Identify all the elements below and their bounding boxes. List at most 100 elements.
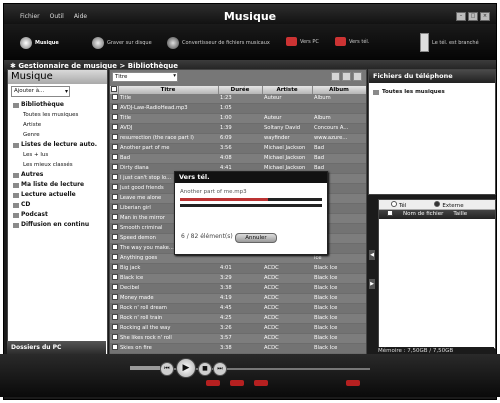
cell-duration: 3:57 [218,333,262,344]
table-row[interactable]: Rock n' roll dream 4:45 ACDC Black Ice [110,303,366,314]
tree-item[interactable]: Artiste [8,120,107,130]
volume-slider[interactable] [130,366,160,370]
pc-folders-bar[interactable]: Dossiers du PC [7,341,106,354]
equalizer-icon[interactable] [254,380,268,386]
shuffle-icon[interactable] [230,380,244,386]
row-checkbox[interactable] [110,253,118,264]
row-checkbox[interactable] [110,203,118,214]
column-size[interactable]: Taille [453,210,467,219]
cell-title: Title [118,113,218,124]
table-row[interactable]: Anything goes Ice [110,253,366,264]
tree-item[interactable]: Les + lus [8,150,107,160]
to-pc-button[interactable]: Vers PC [286,37,319,46]
row-checkbox[interactable] [110,293,118,304]
column-title[interactable]: Titre [118,86,219,94]
tree-item[interactable]: Listes de lecture auto. [8,140,107,150]
table-row[interactable]: Title 1:00 Auteur Album [110,113,366,124]
tree-item[interactable]: Bibliothèque [8,100,107,110]
table-row[interactable]: Another part of me 3:56 Michael Jackson Bad [110,143,366,154]
tree-item[interactable]: CD [8,200,107,210]
convert-button[interactable]: Convertisseur de fichiers musicaux [167,37,270,49]
column-filename[interactable]: Nom de fichier [403,210,443,219]
tree-item[interactable]: Autres [8,170,107,180]
row-checkbox[interactable] [110,333,118,344]
select-all-checkbox[interactable] [110,86,119,94]
music-button[interactable]: Musique [20,37,59,49]
table-row[interactable]: Skies on fire 3:38 ACDC Black Ice [110,343,366,354]
tree-item[interactable]: Podcast [8,210,107,220]
storage-select-all[interactable] [387,210,393,216]
row-checkbox[interactable] [110,303,118,314]
row-checkbox[interactable] [110,213,118,224]
play-button[interactable]: ▶ [176,358,196,378]
table-row[interactable]: AVDJ-Law-RadioHead.mp3 1:05 [110,103,366,114]
row-checkbox[interactable] [110,263,118,274]
row-checkbox[interactable] [110,103,118,114]
row-checkbox[interactable] [110,233,118,244]
table-row[interactable]: Bad 4:08 Michael Jackson Bad [110,153,366,164]
table-row[interactable]: resurrection (the race part I) 6:09 wayfin… [110,133,366,144]
previous-button[interactable]: ⏮ [160,362,174,376]
table-row[interactable]: Rocking all the way 3:26 ACDC Black Ice [110,323,366,334]
table-row[interactable]: Title 1:23 Auteur Album [110,94,366,104]
row-checkbox[interactable] [110,193,118,204]
radio-external[interactable]: Externe [434,200,464,209]
row-checkbox[interactable] [110,94,118,104]
row-checkbox[interactable] [110,113,118,124]
stop-button[interactable]: ■ [198,362,212,376]
transfer-dialog: Vers tél. Another part of me.mp3 6 / 82 … [174,171,328,255]
row-checkbox[interactable] [110,183,118,194]
transfer-right-arrow[interactable]: ▶ [369,279,375,289]
list-view-icon[interactable] [331,72,340,81]
tree-item[interactable]: Genre [8,130,107,140]
tree-item[interactable]: Ma liste de lecture [8,180,107,190]
row-checkbox[interactable] [110,133,118,144]
row-checkbox[interactable] [110,283,118,294]
table-row[interactable]: Big jack 4:01 ACDC Black Ice [110,263,366,274]
column-duration[interactable]: Durée [218,86,263,94]
row-checkbox[interactable] [110,313,118,324]
add-to-dropdown[interactable]: Ajouter à... [11,86,70,97]
table-row[interactable]: AVDJ 1:39 Soltany David Concours A... [110,123,366,134]
grid-view-icon[interactable] [353,72,362,81]
cancel-button[interactable]: Annuler [235,233,277,243]
row-checkbox[interactable] [110,173,118,184]
table-row[interactable]: Black ice 3:29 ACDC Black Ice [110,273,366,284]
tree-item[interactable]: Les mieux classés [8,160,107,170]
row-checkbox[interactable] [110,343,118,354]
table-row[interactable]: She likes rock n' roll 3:57 ACDC Black Ice [110,333,366,344]
next-button[interactable]: ⏭ [213,362,227,376]
row-checkbox[interactable] [110,163,118,174]
phone-all-music-item[interactable]: Toutes les musiques [369,83,495,95]
detail-view-icon[interactable] [342,72,351,81]
table-row[interactable]: Money made 4:19 ACDC Black Ice [110,293,366,304]
close-button[interactable]: × [480,12,490,21]
tree-item[interactable]: Diffusion en continu [8,220,107,230]
repeat-icon[interactable] [206,380,220,386]
table-row[interactable]: Rock n' roll train 4:25 ACDC Black Ice [110,313,366,324]
cell-album: Black Ice [312,333,366,344]
row-checkbox[interactable] [110,323,118,334]
row-checkbox[interactable] [110,243,118,254]
tree-item[interactable]: Toutes les musiques [8,110,107,120]
row-checkbox[interactable] [110,123,118,134]
burn-disc-button[interactable]: Graver sur disque [92,37,152,49]
cell-title: Rocking all the way [118,323,218,334]
row-checkbox[interactable] [110,153,118,164]
filter-dropdown[interactable]: Titre [112,72,178,82]
row-checkbox[interactable] [110,223,118,234]
radio-phone[interactable]: Tél [391,200,406,209]
tree-item[interactable]: Lecture actuelle [8,190,107,200]
to-phone-button[interactable]: Vers tél. [335,37,369,46]
row-checkbox[interactable] [110,143,118,154]
table-row[interactable]: Decibel 3:38 ACDC Black Ice [110,283,366,294]
column-artist[interactable]: Artiste [262,86,313,94]
mute-icon[interactable] [346,380,360,386]
row-checkbox[interactable] [110,273,118,284]
column-album[interactable]: Album [312,86,366,94]
minimize-button[interactable]: – [456,12,466,21]
cell-album: Black Ice [312,343,366,354]
transfer-left-arrow[interactable]: ◀ [369,250,375,260]
maximize-button[interactable]: □ [468,12,478,21]
dialog-title: Vers tél. [175,172,327,183]
